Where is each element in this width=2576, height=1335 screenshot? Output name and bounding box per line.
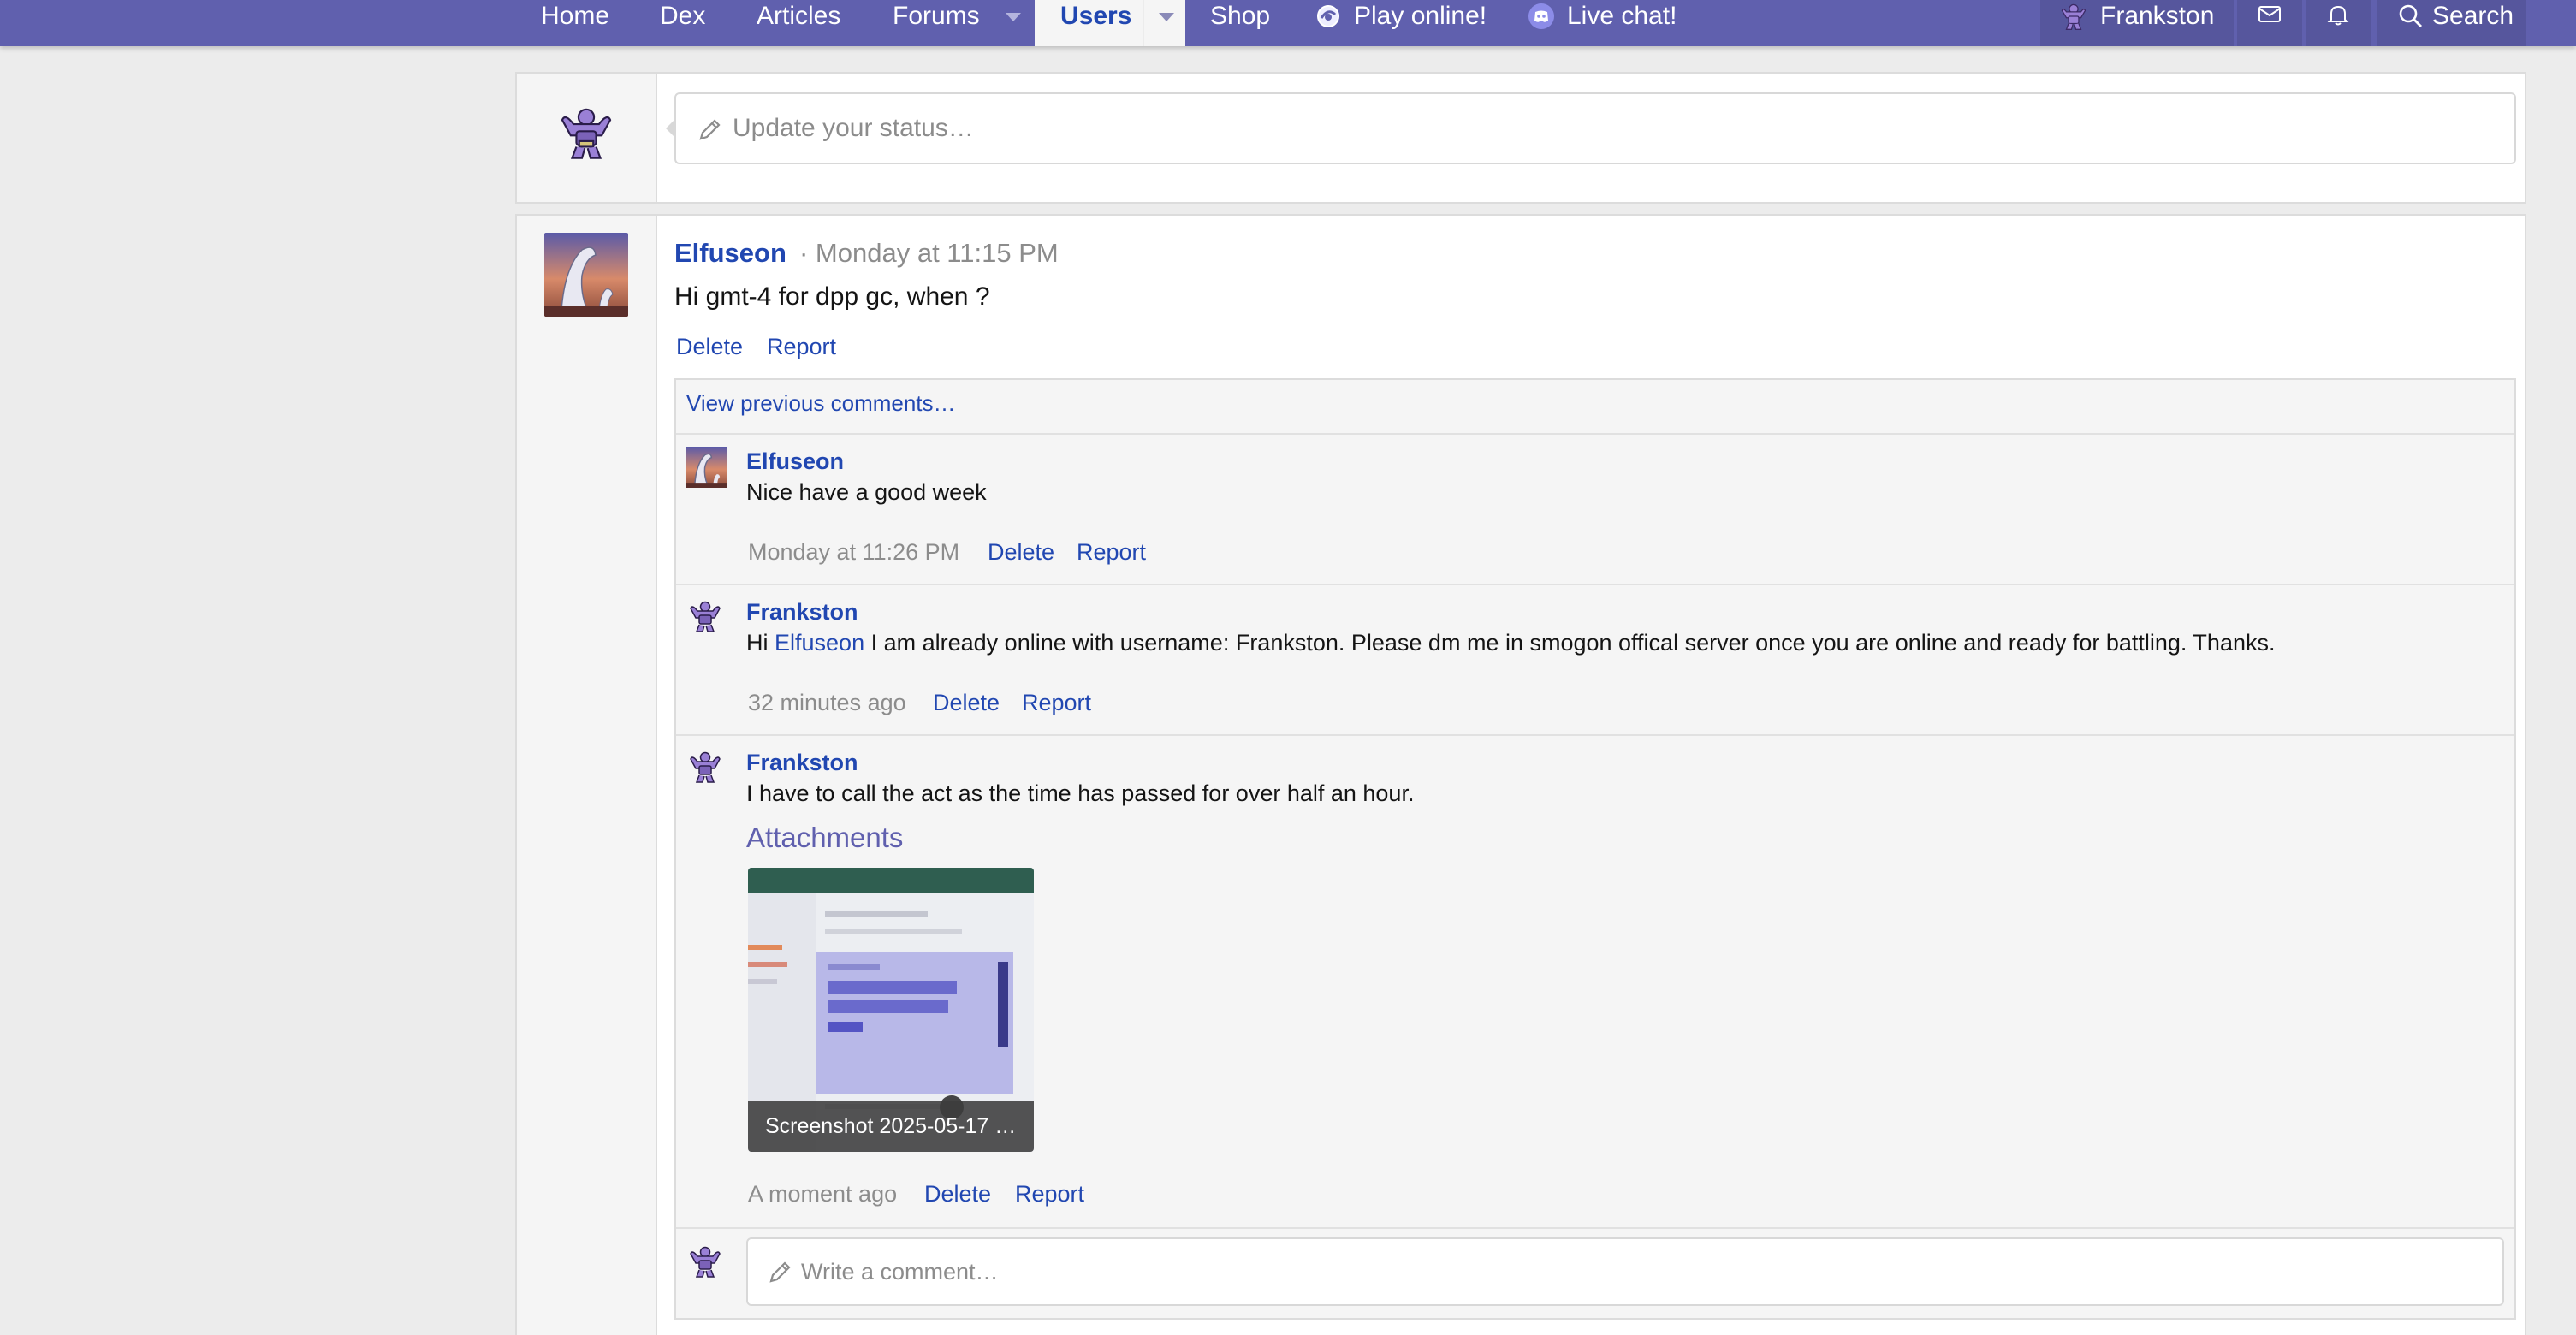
comment-text-suffix: I am already online with username: Frank… (870, 630, 2276, 656)
nav-play-online-label: Play online! (1354, 2, 1487, 30)
nav-live-chat-label: Live chat! (1567, 2, 1677, 30)
nav-users[interactable]: Users (1035, 0, 1143, 46)
search-icon (2398, 3, 2424, 33)
write-comment-row: Write a comment… (676, 1229, 2514, 1320)
status-avatar-column (517, 74, 657, 202)
comment-report-link[interactable]: Report (1015, 1181, 1084, 1207)
alerts-button[interactable] (2306, 0, 2371, 46)
comment-timestamp[interactable]: A moment ago (748, 1181, 897, 1207)
comment-timestamp[interactable]: Monday at 11:26 PM (748, 539, 959, 566)
nav-dex-label: Dex (660, 2, 706, 30)
write-comment-placeholder: Write a comment… (801, 1259, 999, 1285)
nav-home-label: Home (541, 2, 610, 30)
comment-timestamp[interactable]: 32 minutes ago (748, 690, 906, 716)
status-input[interactable]: Update your status… (674, 92, 2516, 164)
envelope-icon (2258, 4, 2282, 29)
bell-icon (2326, 3, 2350, 31)
user-mention-link[interactable]: Elfuseon (775, 630, 864, 656)
comment-author-link[interactable]: Elfuseon (746, 448, 844, 475)
nav-articles[interactable]: Articles (757, 0, 840, 46)
pencil-icon (767, 1260, 792, 1290)
post-report-link[interactable]: Report (767, 334, 836, 360)
post-message: Hi gmt-4 for dpp gc, when ? (674, 282, 990, 311)
current-user-avatar (558, 104, 614, 165)
comment-delete-link[interactable]: Delete (933, 690, 1000, 716)
current-user-comment-avatar (688, 1244, 722, 1283)
comment-item: Frankston I have to call the act as the … (676, 736, 2514, 1227)
post-avatar-column (517, 216, 657, 1335)
nav-home[interactable]: Home (541, 0, 609, 46)
nav-forums-label: Forums (893, 2, 980, 30)
post-timestamp[interactable]: · Monday at 11:15 PM (799, 238, 1059, 269)
attachment-thumbnail[interactable]: Screenshot 2025-05-17 … (748, 868, 1034, 1152)
search-button[interactable]: Search (2377, 0, 2526, 46)
showdown-logo-icon (1315, 3, 1342, 39)
comment-delete-link[interactable]: Delete (988, 539, 1054, 566)
discord-icon (1528, 3, 1555, 39)
comments-section: View previous comments… Elfuseon Nice ha… (674, 378, 2516, 1320)
forums-dropdown-chevron-icon[interactable] (991, 0, 1034, 46)
comment-text: I have to call the act as the time has p… (746, 780, 1415, 806)
inbox-button[interactable] (2237, 0, 2302, 46)
nav-users-label: Users (1060, 2, 1132, 30)
nav-forums[interactable]: Forums (893, 0, 980, 46)
comment-text: Nice have a good week (746, 479, 987, 505)
comment-item: Elfuseon Nice have a good week Monday at… (676, 435, 2514, 584)
comment-delete-link[interactable]: Delete (924, 1181, 991, 1207)
comment-author-link[interactable]: Frankston (746, 599, 858, 626)
comment-report-link[interactable]: Report (1077, 539, 1146, 566)
write-comment-input[interactable]: Write a comment… (746, 1237, 2504, 1306)
nav-articles-label: Articles (757, 2, 841, 30)
users-dropdown-chevron-icon[interactable] (1144, 0, 1185, 46)
attachments-heading: Attachments (746, 822, 904, 853)
status-placeholder: Update your status… (733, 114, 974, 142)
top-navigation-bar: Home Dex Articles Forums Users Shop Play… (0, 0, 2576, 46)
nav-play-online[interactable]: Play online! (1315, 0, 1487, 46)
user-avatar-icon (2059, 2, 2088, 35)
status-update-panel: Update your status… (515, 72, 2526, 204)
elfuseon-comment-avatar[interactable] (686, 447, 727, 488)
frankston-comment-avatar[interactable] (688, 599, 722, 638)
search-label: Search (2432, 2, 2514, 30)
account-username: Frankston (2100, 2, 2215, 30)
nav-shop[interactable]: Shop (1210, 0, 1270, 46)
comment-item: Frankston Hi Elfuseon I am already onlin… (676, 585, 2514, 734)
comment-text: Hi Elfuseon I am already online with use… (746, 630, 2275, 656)
comment-report-link[interactable]: Report (1022, 690, 1091, 716)
attachment-filename: Screenshot 2025-05-17 … (748, 1101, 1034, 1152)
comment-author-link[interactable]: Frankston (746, 750, 858, 776)
nav-shop-label: Shop (1210, 2, 1271, 30)
profile-post-panel: Elfuseon · Monday at 11:15 PM Hi gmt-4 f… (515, 214, 2526, 1335)
elfuseon-avatar[interactable] (544, 233, 628, 317)
pencil-icon (697, 117, 722, 147)
comment-text-prefix: Hi (746, 630, 769, 656)
nav-live-chat[interactable]: Live chat! (1528, 0, 1677, 46)
nav-dex[interactable]: Dex (660, 0, 705, 46)
post-delete-link[interactable]: Delete (676, 334, 743, 360)
view-previous-comments-link[interactable]: View previous comments… (686, 390, 956, 417)
post-author-link[interactable]: Elfuseon (674, 238, 786, 269)
frankston-comment-avatar[interactable] (688, 750, 722, 788)
